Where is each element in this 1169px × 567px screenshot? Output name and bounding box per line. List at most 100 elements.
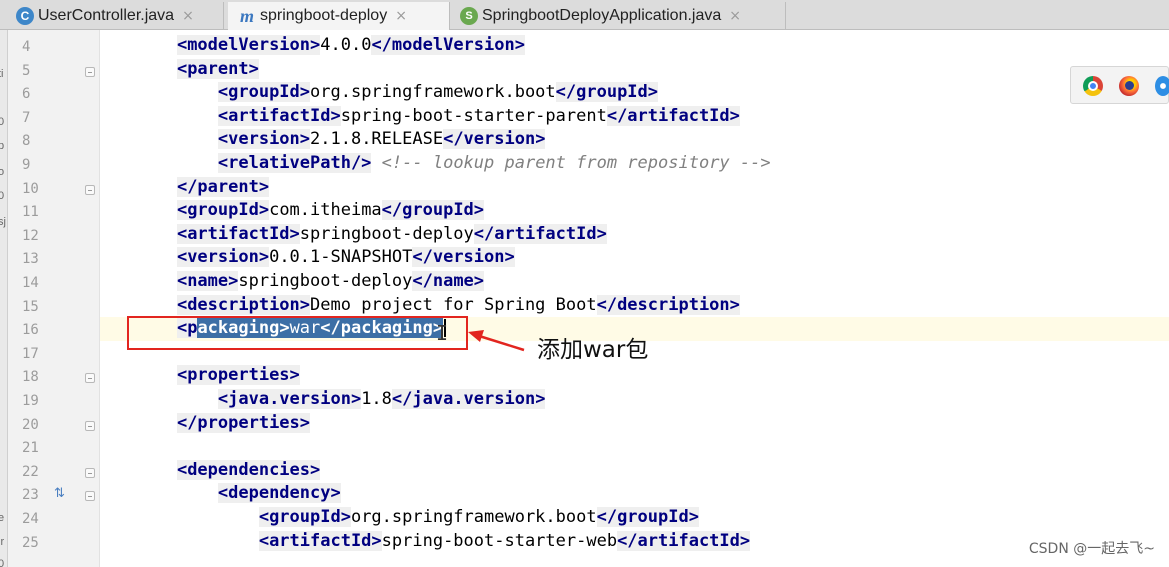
code-line[interactable]: <groupId>com.itheima</groupId> bbox=[100, 199, 1169, 223]
line-number: 15 bbox=[22, 298, 39, 315]
line-number: 16 bbox=[22, 322, 39, 339]
line-number: 20 bbox=[22, 416, 39, 433]
code-line[interactable]: <description>Demo project for Spring Boo… bbox=[100, 294, 1169, 318]
line-number: 6 bbox=[22, 86, 31, 103]
code-line[interactable]: <artifactId>spring-boot-starter-parent</… bbox=[100, 105, 1169, 129]
line-number: 8 bbox=[22, 133, 31, 150]
fold-toggle-icon[interactable] bbox=[85, 420, 95, 431]
xml-tag: </artifactId> bbox=[473, 223, 607, 244]
line-number: 9 bbox=[22, 157, 31, 173]
xml-tag: <groupId> bbox=[176, 200, 270, 221]
tab-springboot-deploy-application[interactable]: S SpringbootDeployApplication.java × bbox=[452, 2, 786, 30]
annotation-arrow bbox=[468, 330, 525, 352]
code-line[interactable]: <artifactId>springboot-deploy</artifactI… bbox=[100, 223, 1169, 247]
tab-label: SpringbootDeployApplication.java bbox=[482, 7, 722, 24]
xml-tag: <relativePath/> bbox=[217, 153, 372, 173]
code-line[interactable]: <groupId>org.springframework.boot</group… bbox=[100, 81, 1169, 105]
code-line[interactable]: <relativePath/> <!-- lookup parent from … bbox=[100, 152, 1169, 176]
xml-tag: </groupId> bbox=[381, 200, 485, 221]
dependency-marker-icon[interactable]: ⇅ bbox=[54, 486, 65, 501]
code-line[interactable]: <parent> bbox=[100, 58, 1169, 82]
firefox-icon[interactable] bbox=[1119, 76, 1139, 96]
panel-text-fragment: 0 bbox=[0, 190, 4, 202]
code-line[interactable]: <dependency> bbox=[100, 482, 1169, 506]
close-icon[interactable]: × bbox=[182, 8, 194, 24]
tag-value: springboot-deploy bbox=[299, 223, 474, 244]
xml-tag: </groupId> bbox=[555, 82, 659, 103]
tag-value: com.itheima bbox=[269, 200, 382, 221]
fold-toggle-icon[interactable] bbox=[85, 184, 95, 195]
close-icon[interactable]: × bbox=[729, 8, 741, 24]
project-panel-edge[interactable]: ti 0 p o 0 sj i e ir 0 bbox=[0, 30, 8, 567]
xml-tag: <artifactId> bbox=[217, 105, 341, 126]
code-line[interactable]: <name>springboot-deploy</name> bbox=[100, 270, 1169, 294]
tag-value bbox=[371, 153, 381, 173]
xml-tag: <groupId> bbox=[258, 507, 351, 527]
code-line[interactable] bbox=[100, 435, 1169, 459]
tag-value: spring-boot-starter-web bbox=[381, 530, 618, 551]
line-number: 13 bbox=[22, 251, 39, 268]
xml-tag: <artifactId> bbox=[258, 530, 382, 551]
panel-text-fragment: e bbox=[0, 512, 4, 524]
code-line[interactable]: </parent> bbox=[100, 176, 1169, 200]
code-line[interactable]: </properties> bbox=[100, 412, 1169, 436]
code-line[interactable]: <version>0.0.1-SNAPSHOT</version> bbox=[100, 246, 1169, 270]
line-number: 18 bbox=[22, 369, 39, 386]
safari-icon[interactable] bbox=[1155, 76, 1169, 96]
panel-text-fragment: o bbox=[0, 166, 4, 178]
line-number: 10 bbox=[22, 180, 39, 197]
watermark: CSDN @一起去飞~ bbox=[1028, 541, 1155, 557]
xml-tag: <name> bbox=[176, 271, 239, 291]
panel-text-fragment: ir bbox=[0, 536, 5, 548]
panel-text-fragment: 0 bbox=[0, 116, 4, 128]
xml-tag: </artifactId> bbox=[606, 105, 740, 126]
browser-preview-bar bbox=[1070, 66, 1169, 104]
chrome-icon[interactable] bbox=[1083, 76, 1103, 96]
code-line[interactable]: <dependencies> bbox=[100, 459, 1169, 483]
close-icon[interactable]: × bbox=[395, 8, 407, 24]
tag-value: 4.0.0 bbox=[320, 35, 372, 55]
fold-toggle-icon[interactable] bbox=[85, 66, 95, 77]
xml-tag: </description> bbox=[596, 294, 740, 315]
line-number: 22 bbox=[22, 463, 39, 480]
xml-tag: <dependency> bbox=[217, 483, 341, 504]
xml-tag: </version> bbox=[412, 247, 515, 268]
line-number: 23 bbox=[22, 487, 39, 504]
xml-tag: </name> bbox=[412, 271, 485, 291]
code-line[interactable]: <java.version>1.8</java.version> bbox=[100, 388, 1169, 412]
fold-toggle-icon[interactable] bbox=[85, 491, 95, 502]
tab-springboot-deploy[interactable]: m springboot-deploy × bbox=[228, 2, 450, 30]
xml-tag: </artifactId> bbox=[617, 530, 751, 551]
xml-tag: <modelVersion> bbox=[176, 35, 321, 55]
code-line[interactable]: <version>2.1.8.RELEASE</version> bbox=[100, 128, 1169, 152]
code-line[interactable]: <artifactId>spring-boot-starter-web</art… bbox=[100, 530, 1169, 554]
code-line[interactable]: <properties> bbox=[100, 364, 1169, 388]
xml-tag: <java.version> bbox=[217, 389, 362, 409]
xml-tag: <version> bbox=[217, 129, 311, 150]
code-line[interactable]: <modelVersion>4.0.0</modelVersion> bbox=[100, 34, 1169, 58]
tab-user-controller[interactable]: C UserController.java × bbox=[8, 2, 224, 30]
line-number-gutter[interactable]: 4 5 6 7 8 9 10 11 12 13 14 15 16 17 18 19 20 21 22 23 ⇅ 24 25 bbox=[8, 30, 100, 567]
line-number: 12 bbox=[22, 227, 39, 244]
fold-toggle-icon[interactable] bbox=[85, 373, 95, 384]
code-line[interactable]: <groupId>org.springframework.boot</group… bbox=[100, 506, 1169, 530]
editor-tab-bar: C UserController.java × m springboot-dep… bbox=[0, 0, 1169, 30]
fold-toggle-icon[interactable] bbox=[85, 467, 95, 478]
code-editor[interactable]: <modelVersion>4.0.0</modelVersion> <pare… bbox=[100, 30, 1169, 567]
tag-value: org.springframework.boot bbox=[310, 82, 556, 103]
